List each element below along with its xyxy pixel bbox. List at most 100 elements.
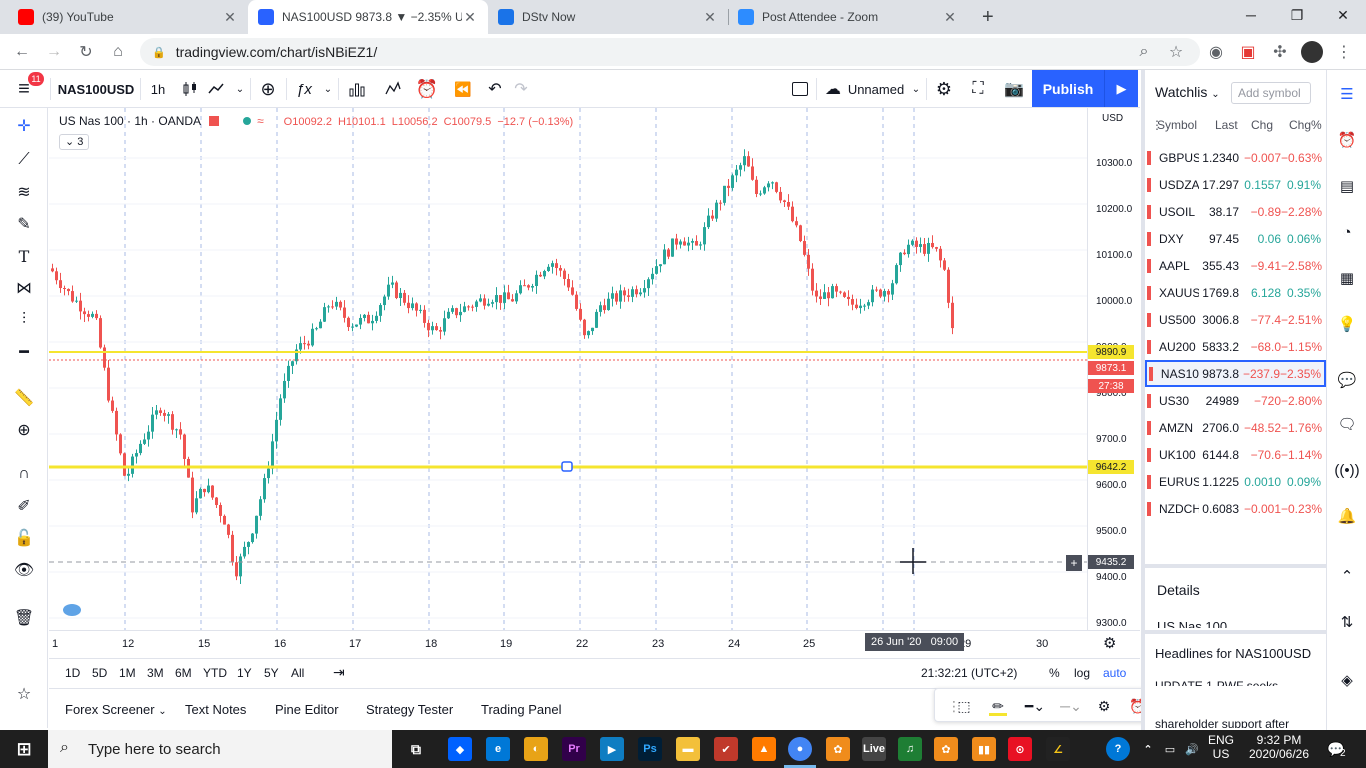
auto-toggle[interactable]: auto [1103, 666, 1126, 680]
watchlist-row[interactable]: NZDCH 0.6083 −0.001 −0.23% [1145, 495, 1326, 522]
window-close-icon[interactable]: ✕ [1320, 0, 1366, 30]
close-tab-icon[interactable]: ✕ [702, 9, 718, 26]
music-icon[interactable]: ♫ [898, 737, 922, 761]
dom-icon[interactable]: ⇅ [1335, 610, 1359, 634]
chrome-icon[interactable]: ● [788, 737, 812, 761]
watchlist-row[interactable]: USOIL 38.17 −0.89 −2.28% [1145, 198, 1326, 225]
camera-snapshot-icon[interactable]: 📷 [1002, 76, 1026, 102]
stay-drawing-icon[interactable]: ✐ [10, 492, 38, 520]
settings-gear-icon[interactable]: ⚙ [1093, 695, 1115, 717]
tab-dstv[interactable]: DStv Now ✕ [488, 0, 728, 34]
prediction-icon[interactable]: ⫶ [10, 306, 38, 334]
col-chgp[interactable]: Chg% [1289, 118, 1323, 132]
ruler-icon[interactable]: 📏 [10, 384, 38, 412]
close-tab-icon[interactable]: ✕ [942, 9, 958, 26]
redo-icon[interactable]: ↷ [508, 76, 534, 102]
goto-date-icon[interactable]: ⇥ [333, 664, 345, 681]
text-tool-icon[interactable]: T [10, 242, 38, 270]
audio-app-icon[interactable]: ▮▮ [972, 737, 996, 761]
brush-icon[interactable]: ✎ [10, 210, 38, 238]
vlc-icon[interactable]: ▲ [752, 737, 776, 761]
templates-icon[interactable] [380, 76, 406, 102]
app-icon[interactable]: ▶ [600, 737, 624, 761]
favorites-star-icon[interactable]: ☆ [10, 680, 38, 708]
forward-icon[interactable]: → [40, 38, 68, 66]
tab-tradingview[interactable]: NAS100USD 9873.8 ▼ −2.35% U ✕ [248, 0, 488, 34]
col-chg[interactable]: Chg [1251, 118, 1289, 132]
tab-pine-editor[interactable]: Pine Editor [275, 702, 339, 717]
range-1m[interactable]: 1M [119, 666, 136, 680]
zoom-in-icon[interactable]: ⊕ [10, 416, 38, 444]
hotlist-icon[interactable]: ◔ [1335, 220, 1359, 244]
price-scale[interactable]: USD 10300.010200.010100.010000.09900.098… [1087, 108, 1140, 630]
extension-icon[interactable]: ◉ [1202, 38, 1230, 66]
chat-icon[interactable]: 💬 [1335, 368, 1359, 392]
language-indicator[interactable]: ENG US [1206, 733, 1236, 761]
financials-icon[interactable] [344, 76, 370, 102]
home-icon[interactable]: ⌂ [104, 38, 132, 66]
url-bar[interactable]: 🔒 tradingview.com/chart/isNBiEZ1/ [140, 38, 1200, 66]
network-icon[interactable]: ▭ [1158, 737, 1182, 761]
photoshop-icon[interactable]: Ps [638, 737, 662, 761]
hline-icon[interactable]: ━ [10, 338, 38, 366]
lock-drawings-icon[interactable]: 🔓 [10, 524, 38, 552]
restore-icon[interactable]: ❐ [1274, 0, 1320, 30]
settings-gear-icon[interactable]: ⚙ [932, 76, 956, 102]
app-icon[interactable]: ✔ [714, 737, 738, 761]
watchlist-row[interactable]: US500 3006.8 −77.4 −2.51% [1145, 306, 1326, 333]
tab-trading-panel[interactable]: Trading Panel [481, 702, 561, 717]
help-icon[interactable]: ? [1106, 737, 1130, 761]
live-icon[interactable]: Live [862, 737, 886, 761]
watchlist-row[interactable]: DXY 97.45 0.06 0.06% [1145, 225, 1326, 252]
tab-forex-screener[interactable]: Forex Screener ⌄ [65, 702, 167, 717]
windows-start-icon[interactable]: ⊞ [12, 737, 36, 761]
add-plus-icon[interactable]: + [1066, 555, 1082, 571]
undo-icon[interactable]: ↶ [482, 76, 508, 102]
task-view-icon[interactable]: ⧉ [404, 737, 428, 761]
file-explorer-icon[interactable]: ▬ [676, 737, 700, 761]
ideas-bulb-icon[interactable]: 💡 [1335, 312, 1359, 336]
dropbox-icon[interactable]: ◆ [448, 737, 472, 761]
calendar-icon[interactable]: ▦ [1335, 266, 1359, 290]
indicators-toggle[interactable]: ⌄ 3 [59, 134, 90, 150]
watchlist-row[interactable]: US30 24989 −720 −2.80% [1145, 387, 1326, 414]
tab-text-notes[interactable]: Text Notes [185, 702, 246, 717]
watchlist-row[interactable]: EURUS 1.1225 0.0010 0.09% [1145, 468, 1326, 495]
watchlist-row[interactable]: UK100 6144.8 −70.6 −1.14% [1145, 441, 1326, 468]
line-chart-icon[interactable] [204, 76, 228, 102]
scale-settings-gear-icon[interactable]: ⚙ [1103, 634, 1116, 652]
tab-youtube[interactable]: (39) YouTube ✕ [8, 0, 248, 34]
chevron-down-icon[interactable]: ⌄ [232, 76, 248, 102]
magnet-icon[interactable]: ∩ [10, 460, 38, 488]
indicators-icon[interactable]: ƒx [292, 76, 316, 102]
headline-item[interactable]: UPDATE 1-PWF seeks [1155, 678, 1325, 686]
time-scale[interactable]: 1 12 15 16 17 18 19 22 23 24 25 29 30 26 Jun '20 09:… [49, 630, 1140, 658]
premiere-icon[interactable]: Pr [562, 737, 586, 761]
col-last[interactable]: Last [1215, 118, 1251, 132]
collapse-chevron-icon[interactable]: ⌃ [1335, 564, 1359, 588]
line-width-icon[interactable]: ━⌄ [1019, 695, 1051, 717]
taskbar-search[interactable]: ⌕ Type here to search [48, 730, 392, 768]
watchlist-row[interactable]: USDZA 17.297 0.1557 0.91% [1145, 171, 1326, 198]
alert-clock-icon[interactable]: ⏰ [414, 76, 440, 102]
layout-name[interactable]: Unnamed [846, 76, 906, 102]
clock-timezone[interactable]: 21:32:21 (UTC+2) [921, 666, 1017, 680]
range-1d[interactable]: 1D [65, 666, 80, 680]
log-toggle[interactable]: log [1074, 666, 1090, 680]
app-icon[interactable]: ◐ [524, 737, 548, 761]
watchlist-row[interactable]: AU200 5833.2 −68.0 −1.15% [1145, 333, 1326, 360]
pattern-icon[interactable]: ⋈ [10, 274, 38, 302]
panel-divider[interactable] [1145, 630, 1326, 634]
interval-button[interactable]: 1h [146, 76, 170, 102]
tab-strategy-tester[interactable]: Strategy Tester [366, 702, 453, 717]
layers-icon[interactable]: ◈ [1335, 668, 1359, 692]
volume-icon[interactable]: 🔊 [1180, 737, 1204, 761]
zoom-search-icon[interactable]: ⌕ [1130, 38, 1158, 66]
messages-icon[interactable]: 🗨 [1335, 412, 1359, 436]
chart-pane[interactable] [49, 108, 1087, 630]
puzzle-icon[interactable]: ✣ [1266, 38, 1294, 66]
trend-line-icon[interactable]: ⟋ [10, 146, 38, 174]
watchlist-row[interactable]: AMZN 2706.0 −48.52 −1.76% [1145, 414, 1326, 441]
minimize-icon[interactable]: ─ [1228, 0, 1274, 30]
range-6m[interactable]: 6M [175, 666, 192, 680]
